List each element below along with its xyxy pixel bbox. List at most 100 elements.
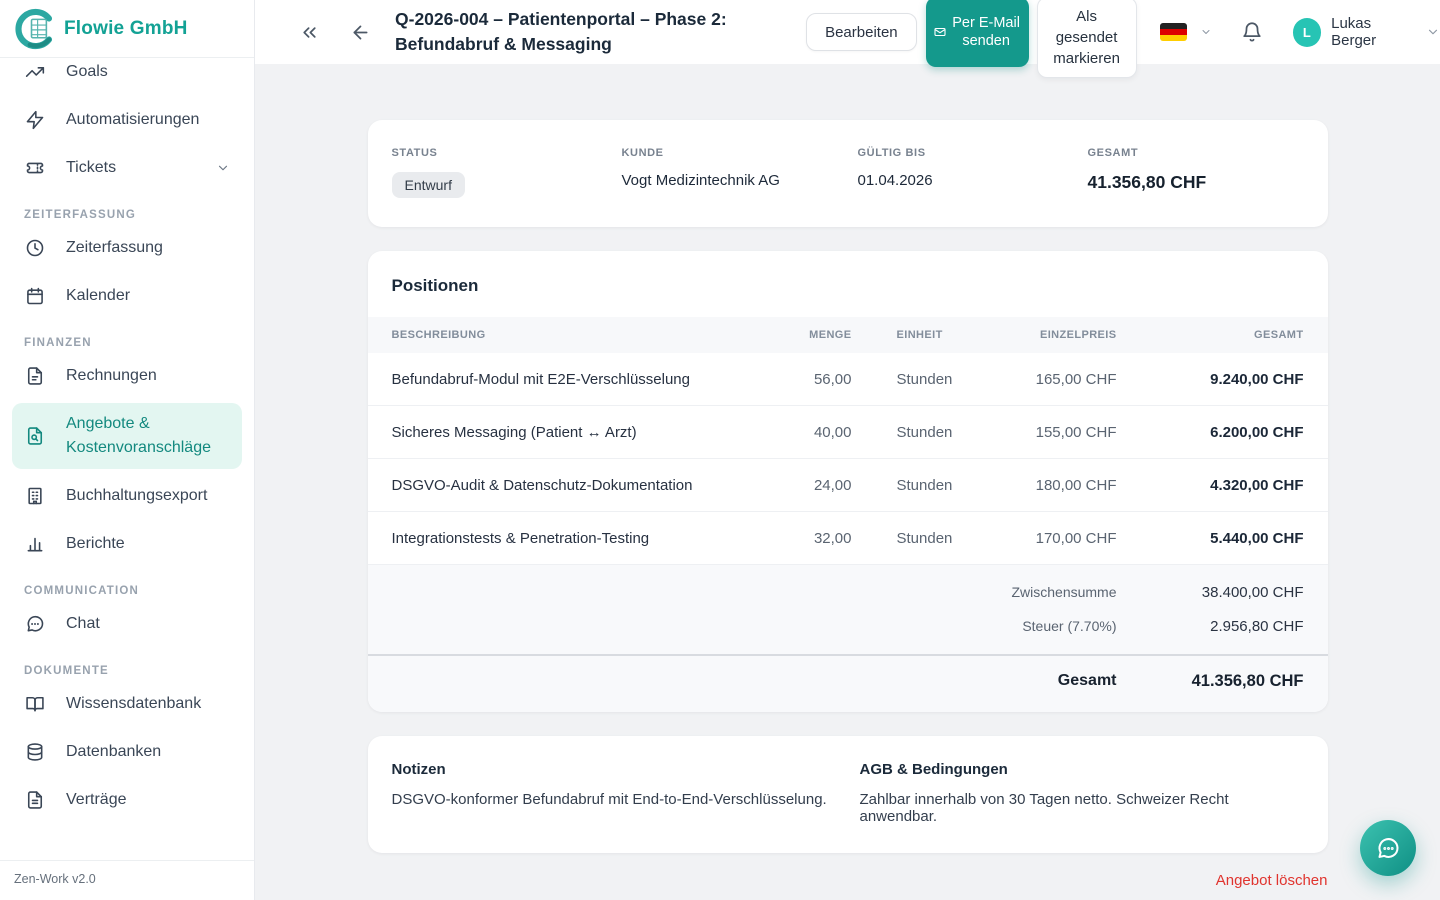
building-icon — [24, 485, 46, 507]
sidebar-item-label: Verträge — [66, 791, 126, 809]
calendar-icon — [24, 285, 46, 307]
row-qty: 24,00 — [762, 477, 852, 494]
sidebar-item-chat[interactable]: Chat — [0, 600, 254, 648]
sidebar-section-zeiterfassung: ZEITERFASSUNG — [24, 209, 230, 221]
table-row[interactable]: Befundabruf-Modul mit E2E-Verschlüsselun… — [368, 353, 1328, 406]
sidebar-item-datenbanken[interactable]: Datenbanken — [0, 728, 254, 776]
column-header-einzelpreis: EINZELPREIS — [992, 329, 1117, 341]
sidebar-item-tickets[interactable]: Tickets — [0, 144, 254, 192]
row-unit-price: 165,00 CHF — [992, 371, 1117, 388]
invoice-icon — [24, 365, 46, 387]
sidebar-item-automatisierungen[interactable]: Automatisierungen — [0, 96, 254, 144]
total-value: 41.356,80 CHF — [1088, 172, 1304, 193]
sidebar-item-goals[interactable]: Goals — [0, 48, 254, 96]
collapse-sidebar-icon[interactable] — [295, 18, 324, 47]
customer-value: Vogt Medizintechnik AG — [622, 172, 858, 189]
table-row[interactable]: Integrationstests & Penetration-Testing … — [368, 512, 1328, 565]
send-email-label: Per E-Mail senden — [952, 14, 1021, 50]
page-title: Q-2026-004 – Patientenportal – Phase 2: … — [395, 7, 802, 57]
back-arrow-icon[interactable] — [346, 18, 375, 47]
notifications-bell-icon[interactable] — [1237, 17, 1267, 47]
sidebar-item-label: Rechnungen — [66, 367, 157, 385]
column-header-einheit: EINHEIT — [852, 329, 992, 341]
row-unit: Stunden — [852, 371, 992, 388]
trending-up-icon — [24, 61, 46, 83]
column-header-gesamt: GESAMT — [1117, 329, 1304, 341]
chevron-down-icon[interactable] — [216, 161, 230, 175]
main-content: STATUS Entwurf KUNDE Vogt Medizintechnik… — [255, 0, 1440, 890]
summary-card: STATUS Entwurf KUNDE Vogt Medizintechnik… — [368, 120, 1328, 227]
row-description: Sicheres Messaging (Patient ↔ Arzt) — [392, 424, 762, 441]
user-menu[interactable]: L Lukas Berger — [1293, 15, 1440, 49]
sidebar-item-berichte[interactable]: Berichte — [0, 520, 254, 568]
row-qty: 40,00 — [762, 424, 852, 441]
row-total: 5.440,00 CHF — [1117, 530, 1304, 547]
valid-until-label: GÜLTIG BIS — [858, 147, 1088, 159]
mark-sent-button[interactable]: Als gesendet markieren — [1037, 0, 1137, 78]
send-email-button[interactable]: Per E-Mail senden — [926, 0, 1029, 67]
file-search-icon — [24, 425, 46, 447]
tax-row: Steuer (7.70%) 2.956,80 CHF — [392, 618, 1304, 635]
brand-name: Flowie GmbH — [64, 18, 188, 40]
total-field: GESAMT 41.356,80 CHF — [1088, 147, 1304, 198]
chat-icon — [24, 613, 46, 635]
table-row[interactable]: DSGVO-Audit & Datenschutz-Dokumentation … — [368, 459, 1328, 512]
sidebar-item-kalender[interactable]: Kalender — [0, 272, 254, 320]
sidebar-section-communication: COMMUNICATION — [24, 585, 230, 597]
table-row[interactable]: Sicheres Messaging (Patient ↔ Arzt) 40,0… — [368, 406, 1328, 459]
database-icon — [24, 741, 46, 763]
terms-column: AGB & Bedingungen Zahlbar innerhalb von … — [860, 761, 1304, 825]
valid-until-value: 01.04.2026 — [858, 172, 1088, 189]
ticket-icon — [24, 157, 46, 179]
sidebar-item-label: Chat — [66, 615, 100, 633]
app-version: Zen-Work v2.0 — [0, 860, 254, 900]
chevron-down-icon — [1200, 26, 1212, 38]
row-unit: Stunden — [852, 530, 992, 547]
sidebar: Flowie GmbH Goals Automatisierungen Tick… — [0, 0, 255, 900]
chat-bubble-icon — [1375, 835, 1402, 862]
grand-total-label: Gesamt — [392, 672, 1117, 691]
book-icon — [24, 693, 46, 715]
totals-section: Zwischensumme 38.400,00 CHF Steuer (7.70… — [368, 565, 1328, 654]
sidebar-item-rechnungen[interactable]: Rechnungen — [0, 352, 254, 400]
row-unit: Stunden — [852, 477, 992, 494]
language-selector[interactable] — [1160, 23, 1212, 41]
sidebar-item-label: Automatisierungen — [66, 111, 199, 129]
contract-icon — [24, 789, 46, 811]
terms-text: Zahlbar innerhalb von 30 Tagen netto. Sc… — [860, 791, 1304, 825]
notes-column: Notizen DSGVO-konformer Befundabruf mit … — [392, 761, 860, 825]
row-description: DSGVO-Audit & Datenschutz-Dokumentation — [392, 477, 762, 494]
row-unit-price: 155,00 CHF — [992, 424, 1117, 441]
top-header: Q-2026-004 – Patientenportal – Phase 2: … — [255, 0, 1440, 64]
user-name: Lukas Berger — [1331, 15, 1419, 49]
row-unit-price: 170,00 CHF — [992, 530, 1117, 547]
sidebar-item-label: Berichte — [66, 535, 125, 553]
delete-quote-link[interactable]: Angebot löschen — [1216, 872, 1328, 889]
lightning-icon — [24, 109, 46, 131]
status-badge: Entwurf — [392, 172, 465, 198]
sidebar-item-zeiterfassung[interactable]: Zeiterfassung — [0, 224, 254, 272]
sidebar-item-vertraege[interactable]: Verträge — [0, 776, 254, 824]
edit-button[interactable]: Bearbeiten — [806, 13, 917, 51]
terms-title: AGB & Bedingungen — [860, 761, 1304, 778]
sidebar-item-wissensdatenbank[interactable]: Wissensdatenbank — [0, 680, 254, 728]
avatar: L — [1293, 18, 1322, 47]
positions-title: Positionen — [368, 251, 1328, 317]
german-flag-icon — [1160, 23, 1187, 41]
sidebar-item-label: Datenbanken — [66, 743, 161, 761]
sidebar-item-angebote[interactable]: Angebote & Kostenvoranschläge — [12, 403, 242, 469]
row-qty: 32,00 — [762, 530, 852, 547]
sidebar-item-buchhaltungsexport[interactable]: Buchhaltungsexport — [0, 472, 254, 520]
notes-title: Notizen — [392, 761, 860, 778]
subtotal-value: 38.400,00 CHF — [1117, 584, 1304, 601]
sidebar-nav: Goals Automatisierungen Tickets ZEITERFA… — [0, 48, 254, 860]
subtotal-row: Zwischensumme 38.400,00 CHF — [392, 584, 1304, 601]
column-header-menge: MENGE — [762, 329, 852, 341]
sidebar-item-label: Kalender — [66, 287, 130, 305]
subtotal-label: Zwischensumme — [392, 584, 1117, 601]
customer-label: KUNDE — [622, 147, 858, 159]
row-description: Befundabruf-Modul mit E2E-Verschlüsselun… — [392, 371, 762, 388]
row-description: Integrationstests & Penetration-Testing — [392, 530, 762, 547]
chat-fab-button[interactable] — [1360, 820, 1416, 876]
chevron-down-icon — [1426, 25, 1440, 39]
